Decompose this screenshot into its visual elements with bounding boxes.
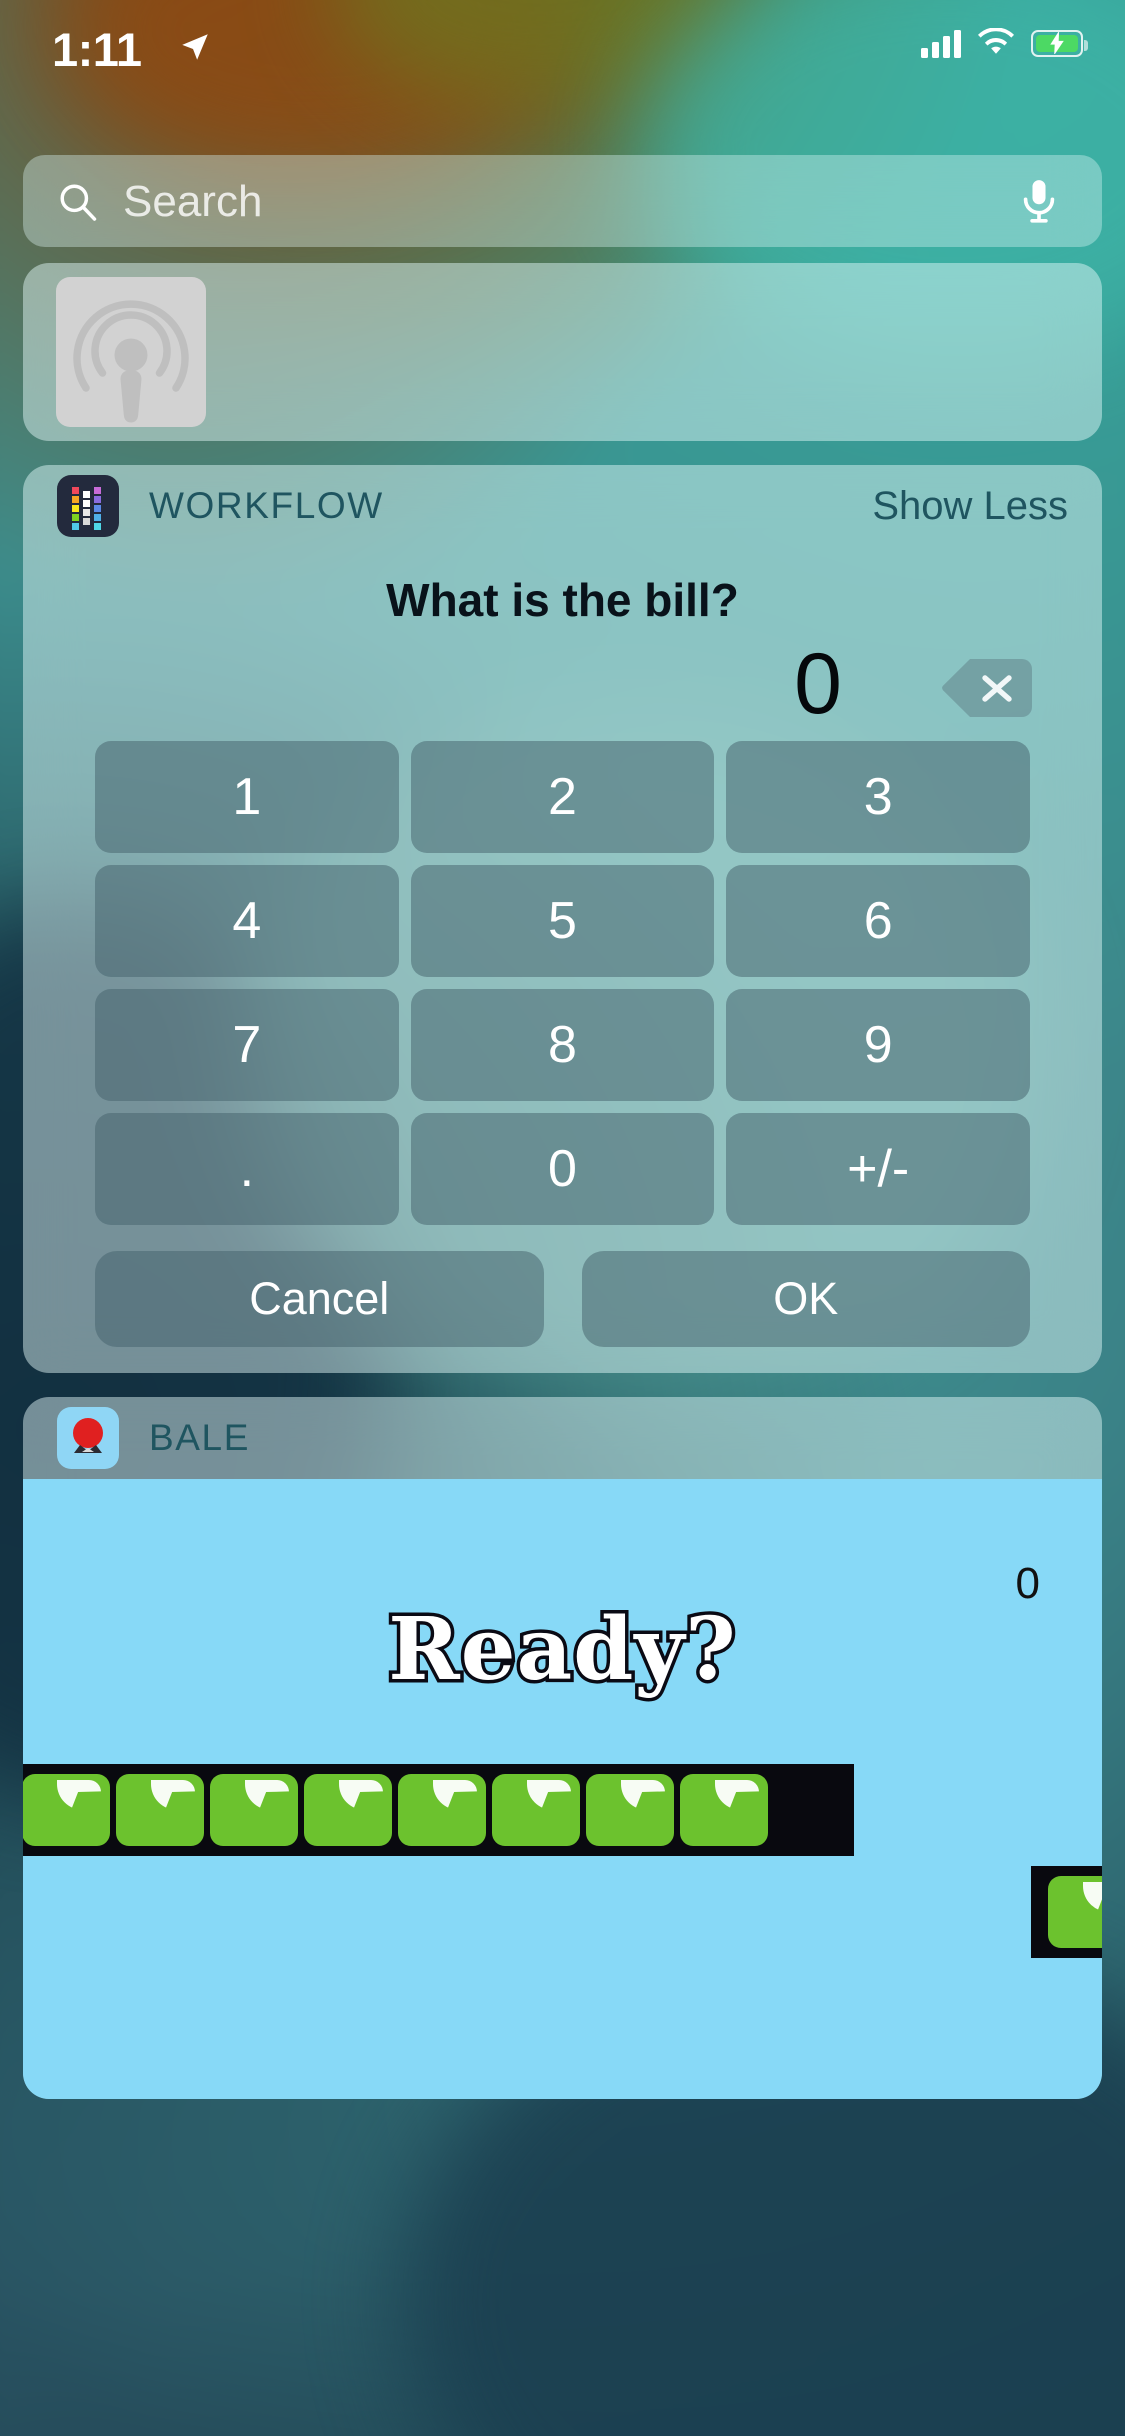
widget-bale: BALE 0 Ready? <box>23 1397 1102 2099</box>
status-bar-clock: 1:11 <box>52 23 142 76</box>
bale-widget-title: BALE <box>149 1417 251 1458</box>
search-input[interactable]: Search <box>123 177 262 227</box>
podcast-artwork-placeholder <box>56 277 206 427</box>
wifi-icon <box>978 28 1014 54</box>
prompt-question: What is the bill? <box>386 574 739 626</box>
workflow-widget-title: WORKFLOW <box>149 485 384 526</box>
bale-game-canvas[interactable]: 0 Ready? <box>23 1479 1102 2099</box>
dialog-actions: Cancel OK <box>23 1225 1102 1347</box>
widget-workflow: WORKFLOW Show Less What is the bill? 0 1… <box>23 465 1102 1373</box>
workflow-app-icon <box>57 475 119 537</box>
key-3[interactable]: 3 <box>726 741 1030 853</box>
signal-bars-icon <box>921 28 961 58</box>
show-less-button[interactable]: Show Less <box>872 484 1068 529</box>
battery-charging-icon <box>1031 29 1088 57</box>
widget-stack: WORKFLOW Show Less What is the bill? 0 1… <box>23 263 1102 2123</box>
green-block <box>23 1774 110 1846</box>
green-block <box>304 1774 392 1846</box>
green-block <box>116 1774 204 1846</box>
key-7[interactable]: 7 <box>95 989 399 1101</box>
block-row-secondary <box>1031 1866 1102 1958</box>
search-bar[interactable]: Search <box>23 155 1102 247</box>
bale-app-icon <box>57 1407 119 1469</box>
green-block <box>1048 1876 1102 1948</box>
key-0[interactable]: 0 <box>410 1113 715 1225</box>
entered-value: 0 <box>794 636 842 732</box>
widget-podcasts[interactable] <box>23 263 1102 441</box>
green-block <box>492 1774 580 1846</box>
backspace-delete-icon[interactable] <box>940 657 1032 719</box>
numeric-keypad: 1 2 3 4 5 6 7 8 9 . 0 +/- <box>23 741 1102 1225</box>
status-bar: 1:11 <box>0 0 1125 92</box>
cancel-button[interactable]: Cancel <box>95 1251 544 1347</box>
ok-button[interactable]: OK <box>581 1251 1030 1347</box>
key-8[interactable]: 8 <box>410 989 715 1101</box>
game-status-text: Ready? <box>385 1596 739 1704</box>
green-block <box>586 1774 674 1846</box>
key-2[interactable]: 2 <box>410 741 715 853</box>
value-display-row: 0 <box>23 636 1102 741</box>
key-decimal[interactable]: . <box>95 1113 399 1225</box>
key-plus-minus[interactable]: +/- <box>726 1113 1030 1225</box>
key-4[interactable]: 4 <box>95 865 399 977</box>
search-icon <box>60 184 97 221</box>
green-block <box>680 1774 768 1846</box>
status-bar-indicators <box>921 28 1088 58</box>
green-block <box>398 1774 486 1846</box>
key-9[interactable]: 9 <box>726 989 1030 1101</box>
block-row <box>23 1764 854 1856</box>
microphone-icon[interactable] <box>1016 177 1062 227</box>
workflow-widget-body: What is the bill? 0 1 2 3 4 5 6 7 8 9 . … <box>23 573 1102 1373</box>
green-block <box>210 1774 298 1846</box>
location-arrow-icon <box>182 34 208 60</box>
podcast-icon <box>73 300 189 423</box>
key-5[interactable]: 5 <box>410 865 715 977</box>
workflow-widget-header: WORKFLOW Show Less <box>23 465 1102 547</box>
key-6[interactable]: 6 <box>726 865 1030 977</box>
bale-widget-header: BALE <box>23 1397 1102 1479</box>
key-1[interactable]: 1 <box>95 741 399 853</box>
